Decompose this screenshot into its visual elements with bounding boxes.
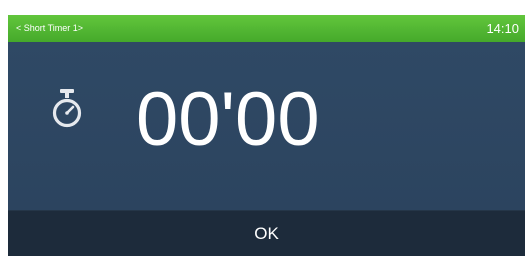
header-bar: < Short Timer 1> 14:10: [8, 15, 525, 42]
timer-display-area: 00'00: [8, 42, 525, 210]
timer-screen: < Short Timer 1> 14:10 00'00 OK: [8, 15, 525, 256]
clock-time: 14:10: [486, 21, 519, 36]
footer-bar: OK: [8, 210, 525, 256]
ok-button[interactable]: OK: [8, 211, 525, 256]
timer-value: 00'00: [136, 77, 320, 162]
header-title[interactable]: < Short Timer 1>: [16, 23, 83, 34]
stopwatch-icon: [52, 89, 82, 128]
